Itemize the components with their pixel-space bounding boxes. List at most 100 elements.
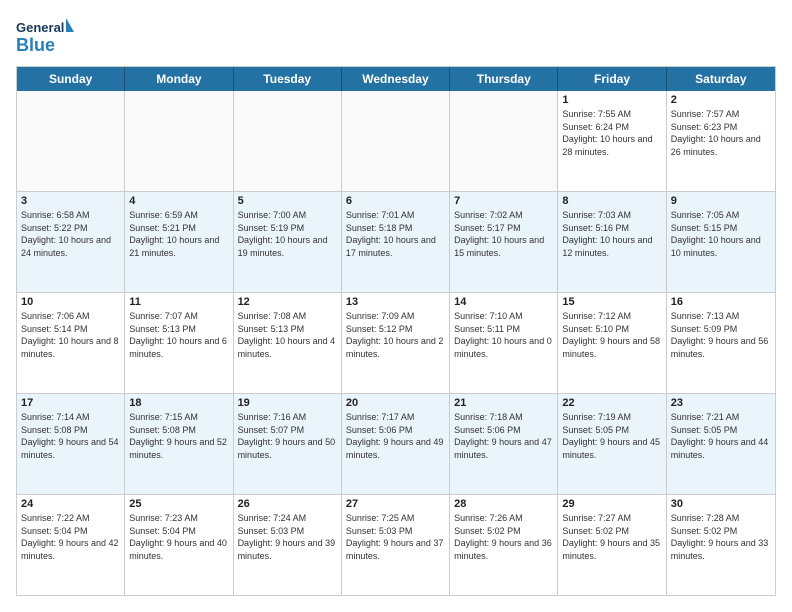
svg-text:Blue: Blue	[16, 35, 55, 55]
day-number: 12	[238, 296, 337, 308]
calendar-cell: 29Sunrise: 7:27 AM Sunset: 5:02 PM Dayli…	[558, 495, 666, 595]
cell-info: Sunrise: 7:07 AM Sunset: 5:13 PM Dayligh…	[129, 310, 228, 360]
calendar-cell: 26 Sunrise: 7:24 AM Sunset: 5:03 PM Dayli…	[234, 495, 342, 595]
calendar-cell: 14Sunrise: 7:10 AM Sunset: 5:11 PM Dayli…	[450, 293, 558, 393]
day-number: 19	[238, 397, 337, 409]
day-number: 20	[346, 397, 445, 409]
day-number: 28	[454, 498, 553, 510]
calendar-cell	[450, 91, 558, 191]
cell-info: Sunrise: 7:05 AM Sunset: 5:15 PM Dayligh…	[671, 209, 771, 259]
calendar-cell: 4 Sunrise: 6:59 AM Sunset: 5:21 PM Daylig…	[125, 192, 233, 292]
day-number: 1	[562, 94, 661, 106]
cell-info: Sunrise: 7:24 AM Sunset: 5:03 PM Dayligh…	[238, 512, 337, 562]
calendar-cell: 24 Sunrise: 7:22 AM Sunset: 5:04 PM Dayli…	[17, 495, 125, 595]
calendar-body: 1 Sunrise: 7:55 AM Sunset: 6:24 PM Daylig…	[17, 91, 775, 595]
day-number: 23	[671, 397, 771, 409]
calendar-cell: 10Sunrise: 7:06 AM Sunset: 5:14 PM Dayli…	[17, 293, 125, 393]
calendar: SundayMondayTuesdayWednesdayThursdayFrid…	[16, 66, 776, 596]
weekday-header: Wednesday	[342, 67, 450, 91]
calendar-cell: 5 Sunrise: 7:00 AM Sunset: 5:19 PM Daylig…	[234, 192, 342, 292]
cell-info: Sunrise: 7:02 AM Sunset: 5:17 PM Dayligh…	[454, 209, 553, 259]
cell-info: Sunrise: 7:10 AM Sunset: 5:11 PM Dayligh…	[454, 310, 553, 360]
day-number: 29	[562, 498, 661, 510]
calendar-cell: 7 Sunrise: 7:02 AM Sunset: 5:17 PM Daylig…	[450, 192, 558, 292]
weekday-header: Tuesday	[234, 67, 342, 91]
day-number: 5	[238, 195, 337, 207]
cell-info: Sunrise: 6:58 AM Sunset: 5:22 PM Dayligh…	[21, 209, 120, 259]
cell-info: Sunrise: 7:00 AM Sunset: 5:19 PM Dayligh…	[238, 209, 337, 259]
cell-info: Sunrise: 7:23 AM Sunset: 5:04 PM Dayligh…	[129, 512, 228, 562]
weekday-header: Monday	[125, 67, 233, 91]
calendar-cell	[342, 91, 450, 191]
calendar-row: 10Sunrise: 7:06 AM Sunset: 5:14 PM Dayli…	[17, 293, 775, 394]
day-number: 24	[21, 498, 120, 510]
calendar-cell: 21Sunrise: 7:18 AM Sunset: 5:06 PM Dayli…	[450, 394, 558, 494]
cell-info: Sunrise: 6:59 AM Sunset: 5:21 PM Dayligh…	[129, 209, 228, 259]
calendar-cell: 18 Sunrise: 7:15 AM Sunset: 5:08 PM Dayli…	[125, 394, 233, 494]
calendar-cell: 30 Sunrise: 7:28 AM Sunset: 5:02 PM Dayli…	[667, 495, 775, 595]
calendar-cell: 20 Sunrise: 7:17 AM Sunset: 5:06 PM Dayli…	[342, 394, 450, 494]
calendar-cell: 1 Sunrise: 7:55 AM Sunset: 6:24 PM Daylig…	[558, 91, 666, 191]
logo-svg: General Blue	[16, 16, 76, 56]
day-number: 4	[129, 195, 228, 207]
header: General Blue	[16, 16, 776, 56]
cell-info: Sunrise: 7:57 AM Sunset: 6:23 PM Dayligh…	[671, 108, 771, 158]
day-number: 8	[562, 195, 661, 207]
cell-info: Sunrise: 7:16 AM Sunset: 5:07 PM Dayligh…	[238, 411, 337, 461]
calendar-cell: 3 Sunrise: 6:58 AM Sunset: 5:22 PM Daylig…	[17, 192, 125, 292]
calendar-row: 3 Sunrise: 6:58 AM Sunset: 5:22 PM Daylig…	[17, 192, 775, 293]
calendar-cell: 6Sunrise: 7:01 AM Sunset: 5:18 PM Daylig…	[342, 192, 450, 292]
page: General Blue SundayMondayTuesdayWednesda…	[0, 0, 792, 612]
cell-info: Sunrise: 7:12 AM Sunset: 5:10 PM Dayligh…	[562, 310, 661, 360]
cell-info: Sunrise: 7:03 AM Sunset: 5:16 PM Dayligh…	[562, 209, 661, 259]
day-number: 26	[238, 498, 337, 510]
cell-info: Sunrise: 7:06 AM Sunset: 5:14 PM Dayligh…	[21, 310, 120, 360]
calendar-cell: 22Sunrise: 7:19 AM Sunset: 5:05 PM Dayli…	[558, 394, 666, 494]
calendar-cell: 8 Sunrise: 7:03 AM Sunset: 5:16 PM Daylig…	[558, 192, 666, 292]
cell-info: Sunrise: 7:09 AM Sunset: 5:12 PM Dayligh…	[346, 310, 445, 360]
calendar-cell: 27Sunrise: 7:25 AM Sunset: 5:03 PM Dayli…	[342, 495, 450, 595]
calendar-cell: 28 Sunrise: 7:26 AM Sunset: 5:02 PM Dayli…	[450, 495, 558, 595]
calendar-cell: 23 Sunrise: 7:21 AM Sunset: 5:05 PM Dayli…	[667, 394, 775, 494]
weekday-header: Thursday	[450, 67, 558, 91]
calendar-cell	[17, 91, 125, 191]
calendar-cell	[234, 91, 342, 191]
cell-info: Sunrise: 7:21 AM Sunset: 5:05 PM Dayligh…	[671, 411, 771, 461]
calendar-cell: 15Sunrise: 7:12 AM Sunset: 5:10 PM Dayli…	[558, 293, 666, 393]
weekday-header: Saturday	[667, 67, 775, 91]
day-number: 21	[454, 397, 553, 409]
cell-info: Sunrise: 7:22 AM Sunset: 5:04 PM Dayligh…	[21, 512, 120, 562]
calendar-cell: 17Sunrise: 7:14 AM Sunset: 5:08 PM Dayli…	[17, 394, 125, 494]
day-number: 17	[21, 397, 120, 409]
calendar-cell: 25 Sunrise: 7:23 AM Sunset: 5:04 PM Dayli…	[125, 495, 233, 595]
day-number: 18	[129, 397, 228, 409]
weekday-header: Friday	[558, 67, 666, 91]
cell-info: Sunrise: 7:08 AM Sunset: 5:13 PM Dayligh…	[238, 310, 337, 360]
day-number: 11	[129, 296, 228, 308]
day-number: 9	[671, 195, 771, 207]
day-number: 7	[454, 195, 553, 207]
calendar-cell: 11 Sunrise: 7:07 AM Sunset: 5:13 PM Dayli…	[125, 293, 233, 393]
cell-info: Sunrise: 7:28 AM Sunset: 5:02 PM Dayligh…	[671, 512, 771, 562]
cell-info: Sunrise: 7:55 AM Sunset: 6:24 PM Dayligh…	[562, 108, 661, 158]
calendar-header: SundayMondayTuesdayWednesdayThursdayFrid…	[17, 67, 775, 91]
day-number: 25	[129, 498, 228, 510]
cell-info: Sunrise: 7:17 AM Sunset: 5:06 PM Dayligh…	[346, 411, 445, 461]
calendar-cell: 13Sunrise: 7:09 AM Sunset: 5:12 PM Dayli…	[342, 293, 450, 393]
weekday-header: Sunday	[17, 67, 125, 91]
day-number: 22	[562, 397, 661, 409]
day-number: 16	[671, 296, 771, 308]
svg-text:General: General	[16, 20, 64, 35]
cell-info: Sunrise: 7:15 AM Sunset: 5:08 PM Dayligh…	[129, 411, 228, 461]
calendar-cell	[125, 91, 233, 191]
calendar-cell: 2Sunrise: 7:57 AM Sunset: 6:23 PM Daylig…	[667, 91, 775, 191]
cell-info: Sunrise: 7:25 AM Sunset: 5:03 PM Dayligh…	[346, 512, 445, 562]
calendar-cell: 12 Sunrise: 7:08 AM Sunset: 5:13 PM Dayli…	[234, 293, 342, 393]
day-number: 3	[21, 195, 120, 207]
cell-info: Sunrise: 7:26 AM Sunset: 5:02 PM Dayligh…	[454, 512, 553, 562]
calendar-cell: 19 Sunrise: 7:16 AM Sunset: 5:07 PM Dayli…	[234, 394, 342, 494]
calendar-row: 17Sunrise: 7:14 AM Sunset: 5:08 PM Dayli…	[17, 394, 775, 495]
day-number: 30	[671, 498, 771, 510]
day-number: 6	[346, 195, 445, 207]
calendar-row: 24 Sunrise: 7:22 AM Sunset: 5:04 PM Dayli…	[17, 495, 775, 595]
